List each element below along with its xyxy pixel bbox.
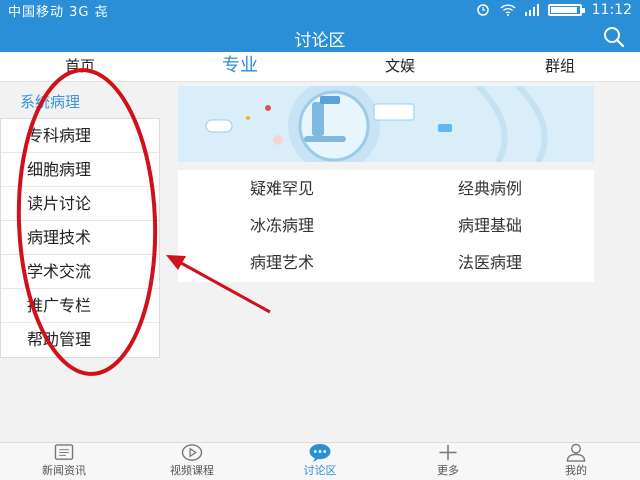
status-icons: 11:12 (476, 2, 632, 18)
sidebar-item-academic-exchange[interactable]: 学术交流 (1, 255, 159, 289)
sidebar-item-promotion[interactable]: 推广专栏 (1, 289, 159, 323)
nav-video-label: 视频课程 (170, 464, 214, 477)
banner-image[interactable] (178, 86, 594, 162)
nav-discussion-label: 讨论区 (303, 464, 337, 477)
chat-icon (309, 443, 331, 462)
tab-professional[interactable]: 专业 (160, 52, 320, 81)
search-icon[interactable] (602, 26, 626, 48)
newspaper-icon (54, 444, 74, 460)
sidebar-menu: 专科病理 细胞病理 读片讨论 病理技术 学术交流 推广专栏 帮助管理 (0, 118, 160, 358)
grid-item-pathology-art[interactable]: 病理艺术 (178, 244, 386, 281)
battery-icon (547, 4, 585, 16)
microscope-illustration (178, 86, 594, 162)
sidebar-item-pathology-techniques[interactable]: 病理技术 (1, 221, 159, 255)
subcategory-grid: 疑难罕见 经典病例 冰冻病理 病理基础 病理艺术 法医病理 (178, 170, 594, 282)
wifi-icon (500, 4, 516, 16)
sidebar-item-specialty-pathology[interactable]: 专科病理 (1, 119, 159, 153)
sidebar-header[interactable]: 系统病理 (0, 88, 160, 116)
bottom-nav: 新闻资讯 视频课程 讨论区 更多 我的 (0, 442, 640, 480)
grid-item-forensic-pathology[interactable]: 法医病理 (386, 244, 594, 281)
nav-video[interactable]: 视频课程 (128, 443, 256, 480)
category-tabs: 首页 专业 文娱 群组 (0, 52, 640, 82)
plus-icon (439, 444, 457, 461)
user-icon (566, 443, 586, 462)
nav-more-label: 更多 (437, 464, 459, 477)
play-icon (181, 444, 203, 461)
clock-time: 11:12 (591, 2, 632, 18)
grid-item-frozen-section[interactable]: 冰冻病理 (178, 207, 386, 244)
tab-groups[interactable]: 群组 (480, 52, 640, 81)
nav-news[interactable]: 新闻资讯 (0, 443, 128, 480)
sidebar-item-slide-discussion[interactable]: 读片讨论 (1, 187, 159, 221)
sidebar-item-cytopathology[interactable]: 细胞病理 (1, 153, 159, 187)
alarm-icon (476, 4, 490, 16)
page-title: 讨论区 (294, 31, 346, 51)
status-bar: 中国移动 3G 㐂 11:12 (0, 0, 640, 20)
tab-home[interactable]: 首页 (0, 52, 160, 81)
grid-item-rare-cases[interactable]: 疑难罕见 (178, 170, 386, 207)
nav-me-label: 我的 (565, 464, 587, 477)
nav-more[interactable]: 更多 (384, 443, 512, 480)
sidebar-item-help-management[interactable]: 帮助管理 (1, 323, 159, 357)
nav-discussion[interactable]: 讨论区 (256, 443, 384, 480)
nav-news-label: 新闻资讯 (42, 464, 86, 477)
nav-me[interactable]: 我的 (512, 443, 640, 480)
grid-item-classic-cases[interactable]: 经典病例 (386, 170, 594, 207)
grid-item-pathology-basics[interactable]: 病理基础 (386, 207, 594, 244)
tab-entertainment[interactable]: 文娱 (320, 52, 480, 81)
app-header: 讨论区 (0, 20, 640, 52)
signal-icon (524, 4, 539, 16)
carrier-label: 中国移动 3G 㐂 (8, 4, 109, 20)
